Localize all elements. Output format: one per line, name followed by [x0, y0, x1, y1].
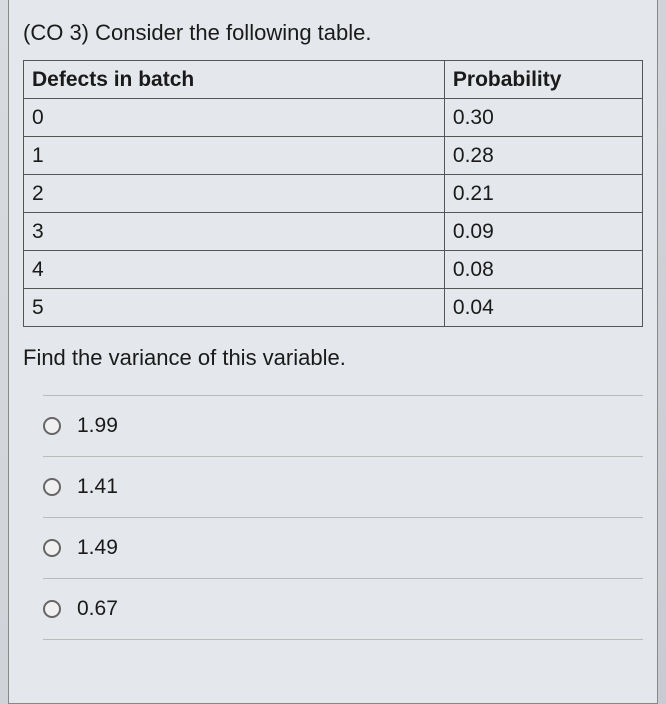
answer-options: 1.99 1.41 1.49 0.67	[43, 395, 643, 640]
table-row: 4 0.08	[24, 251, 643, 289]
option-row-4[interactable]: 0.67	[43, 578, 643, 640]
question-instruction: Find the variance of this variable.	[23, 345, 643, 371]
option-row-3[interactable]: 1.49	[43, 517, 643, 578]
question-container: (CO 3) Consider the following table. Def…	[8, 0, 658, 704]
table-cell: 4	[24, 251, 445, 289]
radio-icon[interactable]	[43, 417, 61, 435]
table-cell: 0.09	[444, 213, 642, 251]
table-row: 1 0.28	[24, 137, 643, 175]
question-prompt: (CO 3) Consider the following table.	[23, 20, 643, 46]
option-label: 1.99	[77, 414, 118, 438]
table-cell: 0.21	[444, 175, 642, 213]
option-row-2[interactable]: 1.41	[43, 456, 643, 517]
option-row-1[interactable]: 1.99	[43, 395, 643, 456]
option-label: 0.67	[77, 597, 118, 621]
table-cell: 0.08	[444, 251, 642, 289]
table-header-probability: Probability	[444, 61, 642, 99]
table-cell: 0.30	[444, 99, 642, 137]
option-label: 1.41	[77, 475, 118, 499]
data-table: Defects in batch Probability 0 0.30 1 0.…	[23, 60, 643, 327]
table-header-defects: Defects in batch	[24, 61, 445, 99]
table-cell: 2	[24, 175, 445, 213]
table-row: 5 0.04	[24, 289, 643, 327]
table-row: 0 0.30	[24, 99, 643, 137]
table-cell: 0.04	[444, 289, 642, 327]
table-cell: 5	[24, 289, 445, 327]
option-label: 1.49	[77, 536, 118, 560]
table-cell: 3	[24, 213, 445, 251]
table-cell: 0.28	[444, 137, 642, 175]
radio-icon[interactable]	[43, 478, 61, 496]
table-row: 3 0.09	[24, 213, 643, 251]
radio-icon[interactable]	[43, 600, 61, 618]
radio-icon[interactable]	[43, 539, 61, 557]
table-cell: 1	[24, 137, 445, 175]
table-row: 2 0.21	[24, 175, 643, 213]
table-cell: 0	[24, 99, 445, 137]
